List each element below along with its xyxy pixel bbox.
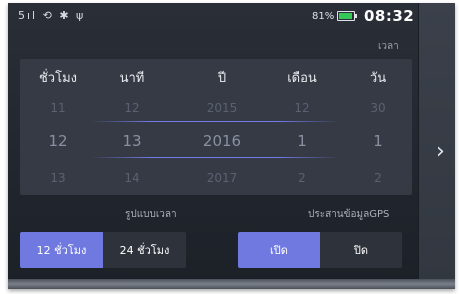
hour-next[interactable]: 13 xyxy=(28,171,88,185)
selection-line-bottom xyxy=(90,157,340,158)
status-icons: 5ıl ⟲ ✱ ψ xyxy=(18,9,86,22)
bottom-bezel xyxy=(8,279,455,289)
time-format-12h-button[interactable]: 12 ชั่วโมง xyxy=(20,232,103,268)
gps-sync-toggle: เปิด ปิด xyxy=(238,232,402,268)
column-header-day: วัน xyxy=(369,71,387,86)
column-header-minute: นาที xyxy=(119,71,145,86)
chevron-right-icon[interactable]: › xyxy=(436,141,445,163)
minute-current[interactable]: 13 xyxy=(102,132,162,150)
datetime-picker: ชั่วโมง นาที ปี เดือน วัน 11 12 13 12 13… xyxy=(20,59,412,195)
hour-current[interactable]: 12 xyxy=(28,132,88,150)
column-header-month: เดือน xyxy=(287,71,317,86)
day-next[interactable]: 2 xyxy=(348,171,408,185)
column-header-year: ปี xyxy=(217,71,227,86)
month-prev[interactable]: 12 xyxy=(272,101,332,115)
page-title: เวลา xyxy=(378,41,399,52)
minute-next[interactable]: 14 xyxy=(102,171,162,185)
gps-sync-on-button[interactable]: เปิด xyxy=(238,232,320,268)
gps-sync-off-button[interactable]: ปิด xyxy=(320,232,402,268)
time-format-24h-button[interactable]: 24 ชั่วโมง xyxy=(103,232,186,268)
year-prev[interactable]: 2015 xyxy=(192,101,252,115)
column-header-hour: ชั่วโมง xyxy=(38,71,78,86)
screen: 5ıl ⟲ ✱ ψ 81% 08:32 เวลา ชั่วโมง นาที ปี… xyxy=(8,3,455,289)
minute-prev[interactable]: 12 xyxy=(102,101,162,115)
time-format-toggle: 12 ชั่วโมง 24 ชั่วโมง xyxy=(20,232,186,268)
month-next[interactable]: 2 xyxy=(272,171,332,185)
status-bar: 5ıl ⟲ ✱ ψ 81% 08:32 xyxy=(8,3,418,29)
battery-icon xyxy=(337,11,357,21)
gps-sync-label: ประสานข้อมูลGPS xyxy=(308,209,390,220)
battery-fill xyxy=(339,13,352,19)
day-prev[interactable]: 30 xyxy=(348,101,408,115)
hour-prev[interactable]: 11 xyxy=(28,101,88,115)
year-current[interactable]: 2016 xyxy=(192,132,252,150)
day-current[interactable]: 1 xyxy=(348,132,408,150)
time-format-label: รูปแบบเวลา xyxy=(125,209,177,220)
clock: 08:32 xyxy=(364,7,415,25)
month-current[interactable]: 1 xyxy=(272,132,332,150)
battery-percent: 81% xyxy=(312,11,335,22)
year-next[interactable]: 2017 xyxy=(192,171,252,185)
battery-nub xyxy=(355,14,357,18)
selection-line-top xyxy=(90,121,340,122)
